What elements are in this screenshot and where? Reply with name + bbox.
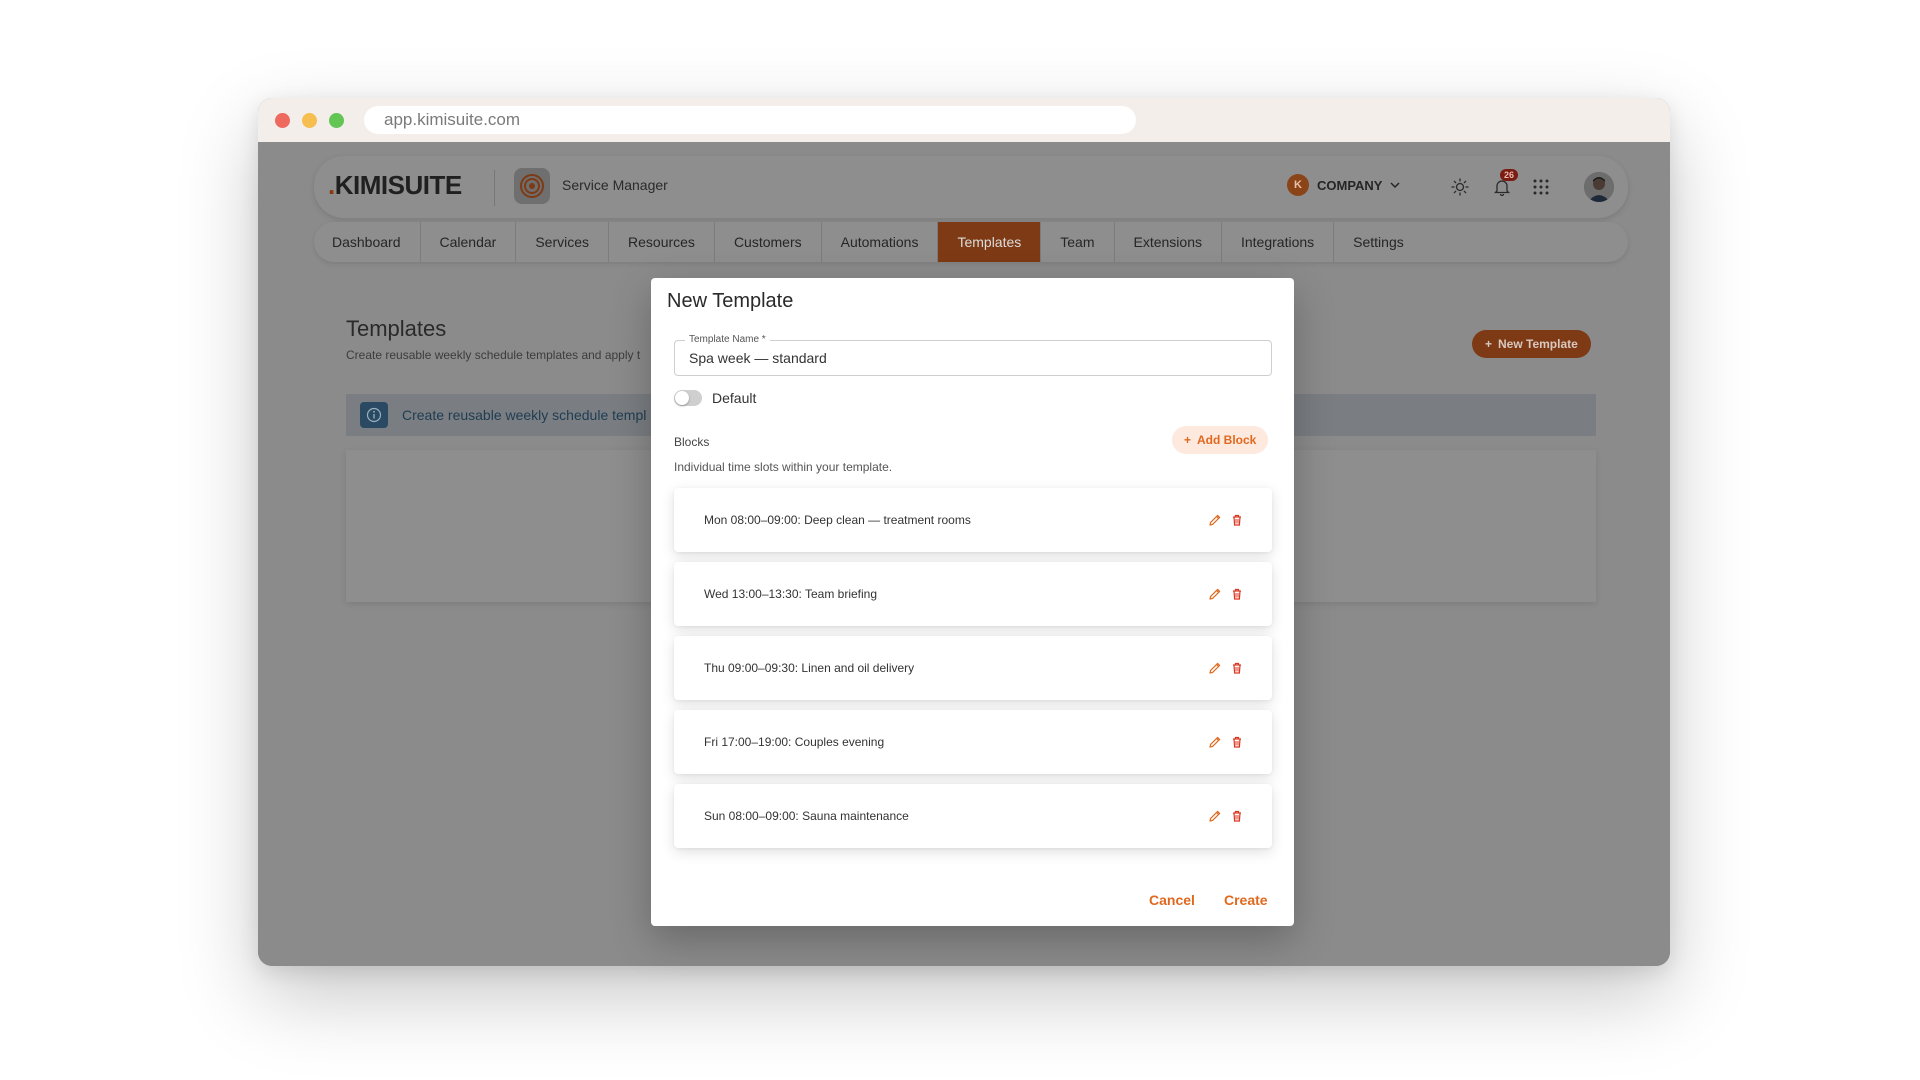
tab-integrations[interactable]: Integrations	[1222, 222, 1335, 262]
trash-icon[interactable]	[1230, 735, 1244, 749]
company-avatar: K	[1287, 174, 1309, 196]
blocks-heading: Blocks	[674, 435, 710, 449]
company-selector[interactable]: K COMPANY	[1287, 174, 1401, 196]
add-block-button[interactable]: + Add Block	[1172, 426, 1269, 454]
header-divider	[494, 170, 495, 206]
edit-pencil-icon[interactable]	[1208, 513, 1222, 527]
apps-grid-icon[interactable]	[1530, 176, 1552, 198]
block-text: Thu 09:00–09:30: Linen and oil delivery	[704, 661, 915, 675]
main-nav: Dashboard Calendar Services Resources Custom…	[314, 222, 1628, 262]
cancel-button[interactable]: Cancel	[1149, 892, 1195, 908]
block-text: Wed 13:00–13:30: Team briefing	[704, 587, 878, 601]
block-item: Wed 13:00–13:30: Team briefing	[674, 562, 1272, 626]
window-controls	[275, 112, 344, 128]
new-template-button[interactable]: + New Template	[1472, 330, 1591, 358]
edit-pencil-icon[interactable]	[1208, 735, 1222, 749]
block-item: Sun 08:00–09:00: Sauna maintenance	[674, 784, 1272, 848]
close-window-button[interactable]	[275, 112, 290, 128]
block-item: Thu 09:00–09:30: Linen and oil delivery	[674, 636, 1272, 700]
info-icon	[360, 402, 388, 428]
spiral-icon	[520, 174, 544, 198]
chevron-down-icon	[1390, 182, 1401, 189]
tab-extensions[interactable]: Extensions	[1115, 222, 1222, 262]
maximize-window-button[interactable]	[329, 112, 344, 128]
create-button[interactable]: Create	[1224, 892, 1268, 908]
company-label: COMPANY	[1317, 177, 1383, 193]
notifications-bell-icon[interactable]: 26	[1491, 169, 1519, 198]
tab-resources[interactable]: Resources	[609, 222, 715, 262]
tab-templates[interactable]: Templates	[938, 222, 1042, 262]
tab-services[interactable]: Services	[516, 222, 610, 262]
address-bar[interactable]: app.kimisuite.com	[364, 106, 1136, 134]
browser-titlebar: app.kimisuite.com	[258, 98, 1670, 142]
tab-settings[interactable]: Settings	[1334, 222, 1423, 262]
plus-icon: +	[1184, 433, 1192, 447]
theme-toggle-sun-icon[interactable]	[1449, 176, 1471, 198]
edit-pencil-icon[interactable]	[1208, 661, 1222, 675]
template-name-input[interactable]	[689, 350, 1249, 366]
app-name: Service Manager	[562, 177, 668, 193]
page-title: Templates	[346, 316, 447, 341]
user-avatar-icon	[1584, 172, 1614, 202]
tab-automations[interactable]: Automations	[822, 222, 939, 262]
trash-icon[interactable]	[1230, 513, 1244, 527]
tab-dashboard[interactable]: Dashboard	[314, 222, 421, 262]
user-avatar[interactable]	[1584, 172, 1614, 202]
edit-pencil-icon[interactable]	[1208, 587, 1222, 601]
block-item: Mon 08:00–09:00: Deep clean — treatment …	[674, 488, 1272, 552]
blocks-subtitle: Individual time slots within your templa…	[674, 460, 893, 474]
service-manager-app-icon[interactable]	[514, 168, 550, 204]
dialog-title: New Template	[667, 290, 794, 312]
notification-count-badge: 26	[1500, 169, 1519, 181]
info-banner-text: Create reusable weekly schedule templ	[402, 407, 647, 423]
tab-customers[interactable]: Customers	[715, 222, 822, 262]
edit-pencil-icon[interactable]	[1208, 809, 1222, 823]
block-text: Mon 08:00–09:00: Deep clean — treatment …	[704, 513, 971, 527]
block-text: Sun 08:00–09:00: Sauna maintenance	[704, 809, 909, 823]
template-name-label: Template Name *	[685, 334, 770, 345]
toggle-knob	[675, 391, 689, 405]
block-text: Fri 17:00–19:00: Couples evening	[704, 735, 885, 749]
plus-icon: +	[1485, 337, 1493, 351]
minimize-window-button[interactable]	[302, 112, 317, 128]
tab-calendar[interactable]: Calendar	[421, 222, 517, 262]
new-template-dialog: New Template Template Name * Default Blo…	[651, 278, 1294, 926]
trash-icon[interactable]	[1230, 587, 1244, 601]
template-name-field[interactable]: Template Name *	[674, 334, 1272, 376]
page-subtitle: Create reusable weekly schedule template…	[346, 348, 641, 362]
default-toggle-row: Default	[674, 390, 756, 406]
trash-icon[interactable]	[1230, 809, 1244, 823]
tab-team[interactable]: Team	[1041, 222, 1115, 262]
app-header: .KIMISUITE Service Manager K COMPANY 26	[314, 156, 1628, 218]
url-text: app.kimisuite.com	[384, 110, 521, 129]
trash-icon[interactable]	[1230, 661, 1244, 675]
default-toggle[interactable]	[674, 390, 702, 406]
default-label: Default	[712, 390, 757, 406]
kimisuite-logo[interactable]: .KIMISUITE	[328, 170, 462, 201]
block-item: Fri 17:00–19:00: Couples evening	[674, 710, 1272, 774]
